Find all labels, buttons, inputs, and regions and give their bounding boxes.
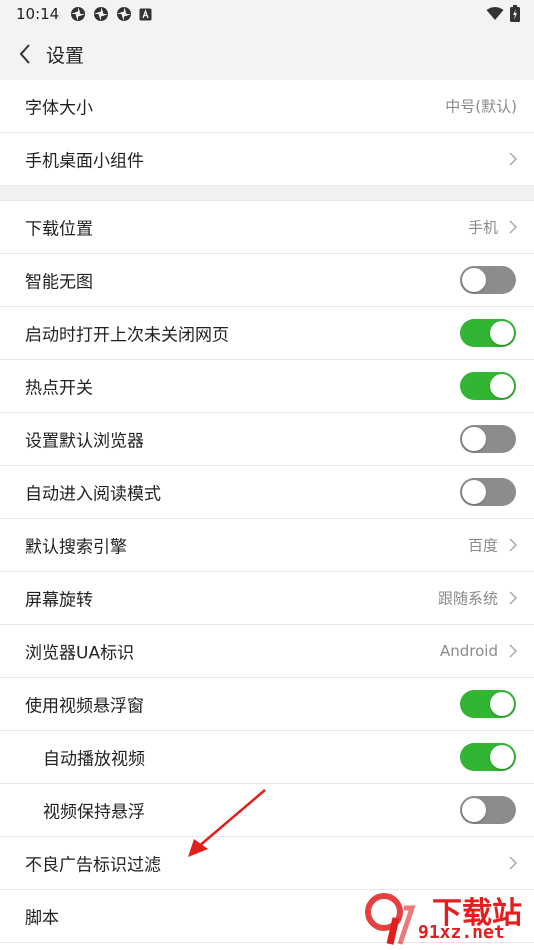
section-divider — [0, 186, 534, 201]
setting-screen-rotation[interactable]: 屏幕旋转 跟随系统 — [0, 572, 534, 625]
setting-font-size[interactable]: 字体大小 中号(默认) — [0, 80, 534, 133]
chevron-right-icon — [509, 591, 518, 605]
setting-hotspot: 热点开关 — [0, 360, 534, 413]
setting-label: 不良广告标识过滤 — [25, 855, 161, 876]
toggle-knob — [490, 321, 514, 345]
setting-label: 字体大小 — [25, 98, 93, 119]
annotation-arrow — [188, 789, 266, 857]
setting-value: Android — [440, 642, 498, 660]
hotspot-toggle[interactable] — [460, 372, 516, 400]
setting-label: 自动播放视频 — [43, 749, 145, 770]
chevron-left-icon — [19, 44, 30, 64]
chevron-right-icon — [509, 538, 518, 552]
setting-label: 脚本 — [25, 908, 59, 929]
setting-label: 屏幕旋转 — [25, 590, 93, 611]
setting-label: 自动进入阅读模式 — [25, 484, 161, 505]
back-button[interactable] — [10, 38, 40, 70]
notification-app-icon — [71, 7, 85, 21]
toggle-knob — [462, 480, 486, 504]
toggle-knob — [462, 427, 486, 451]
notification-app-icon — [117, 7, 131, 21]
toggle-knob — [490, 374, 514, 398]
setting-label: 视频保持悬浮 — [43, 802, 145, 823]
system-status — [486, 5, 520, 22]
setting-restore-tabs: 启动时打开上次未关闭网页 — [0, 307, 534, 360]
setting-search-engine[interactable]: 默认搜索引擎 百度 — [0, 519, 534, 572]
setting-label: 启动时打开上次未关闭网页 — [25, 325, 229, 346]
toggle-knob — [490, 745, 514, 769]
notification-icons — [70, 6, 152, 22]
chevron-right-icon — [509, 152, 518, 166]
setting-label: 手机桌面小组件 — [25, 151, 144, 172]
page-title: 设置 — [46, 45, 85, 67]
toggle-knob — [462, 268, 486, 292]
setting-label: 热点开关 — [25, 378, 93, 399]
setting-download-location[interactable]: 下载位置 手机 — [0, 201, 534, 254]
setting-desktop-widget[interactable]: 手机桌面小组件 — [0, 133, 534, 186]
notification-app-icon — [94, 7, 108, 21]
autoplay-video-toggle[interactable] — [460, 743, 516, 771]
keep-video-float-toggle[interactable] — [460, 796, 516, 824]
setting-reader-mode: 自动进入阅读模式 — [0, 466, 534, 519]
battery-charging-icon — [510, 5, 520, 22]
setting-label: 设置默认浏览器 — [25, 431, 144, 452]
setting-video-float: 使用视频悬浮窗 — [0, 678, 534, 731]
wifi-icon — [486, 6, 504, 20]
reader-mode-toggle[interactable] — [460, 478, 516, 506]
app-bar: 设置 — [0, 28, 534, 81]
watermark: 下载站 91xz.net — [360, 888, 530, 948]
restore-tabs-toggle[interactable] — [460, 319, 516, 347]
setting-default-browser: 设置默认浏览器 — [0, 413, 534, 466]
setting-label: 使用视频悬浮窗 — [25, 696, 144, 717]
status-bar: 10:14 — [0, 0, 534, 28]
smart-no-image-toggle[interactable] — [460, 266, 516, 294]
setting-value: 百度 — [467, 536, 498, 555]
toggle-knob — [490, 692, 514, 716]
setting-label: 浏览器UA标识 — [25, 643, 135, 664]
chevron-right-icon — [509, 220, 518, 234]
chevron-right-icon — [509, 644, 518, 658]
setting-autoplay-video: 自动播放视频 — [0, 731, 534, 784]
setting-value: 手机 — [467, 218, 498, 237]
setting-user-agent[interactable]: 浏览器UA标识 Android — [0, 625, 534, 678]
setting-label: 智能无图 — [25, 272, 93, 293]
status-time: 10:14 — [16, 5, 60, 23]
toggle-knob — [462, 798, 486, 822]
setting-value: 跟随系统 — [437, 589, 498, 608]
setting-label: 下载位置 — [25, 219, 93, 240]
chevron-right-icon — [509, 856, 518, 870]
setting-smart-no-image: 智能无图 — [0, 254, 534, 307]
watermark-url: 91xz.net — [418, 922, 505, 943]
watermark-logo — [365, 893, 416, 945]
default-browser-toggle[interactable] — [460, 425, 516, 453]
setting-label: 默认搜索引擎 — [25, 537, 127, 558]
video-float-toggle[interactable] — [460, 690, 516, 718]
keyboard-notification-icon — [139, 8, 152, 20]
setting-value: 中号(默认) — [445, 97, 517, 116]
